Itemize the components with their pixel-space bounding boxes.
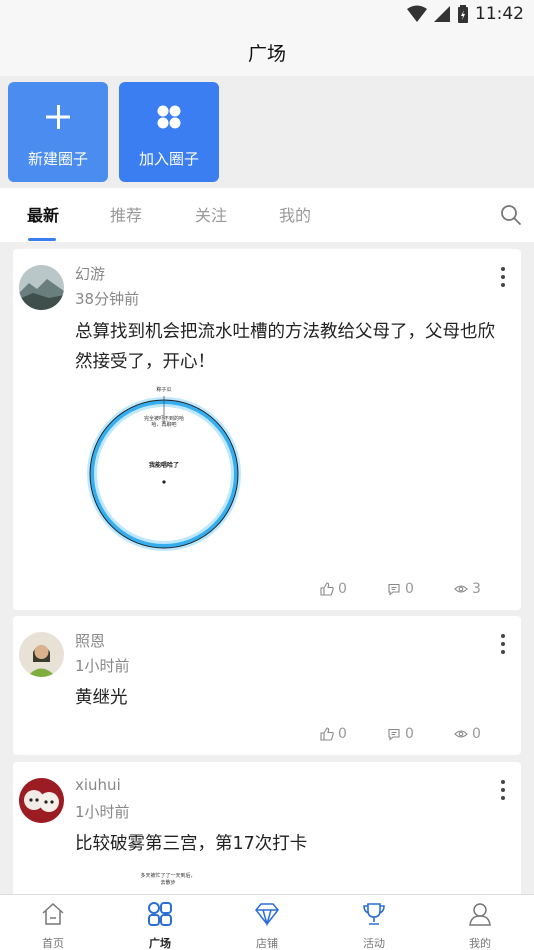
more-options-icon[interactable] bbox=[499, 780, 507, 802]
comment-count: 0 bbox=[405, 726, 414, 742]
tab-latest[interactable]: 最新 bbox=[27, 202, 59, 226]
nav-square[interactable]: 广场 bbox=[130, 901, 190, 950]
diamond-icon bbox=[255, 903, 279, 927]
battery-icon bbox=[458, 5, 468, 23]
comment-count: 0 bbox=[405, 581, 414, 597]
thumbs-up-icon bbox=[320, 582, 334, 596]
join-circle-label: 加入圈子 bbox=[138, 150, 199, 168]
nav-home-label: 首页 bbox=[42, 937, 64, 950]
image-caption-top: 多天被忙了了一天到后， bbox=[140, 873, 196, 879]
views-indicator: 3 bbox=[454, 581, 521, 597]
avatar[interactable] bbox=[19, 265, 64, 310]
nav-shop[interactable]: 店铺 bbox=[237, 901, 297, 950]
page-title: 广场 bbox=[247, 42, 286, 65]
tab-recommended[interactable]: 推荐 bbox=[110, 202, 142, 226]
post-time: 1小时前 bbox=[75, 803, 130, 821]
search-icon[interactable] bbox=[500, 204, 522, 226]
comment-icon bbox=[388, 728, 400, 741]
nav-activity-label: 活动 bbox=[363, 937, 385, 950]
status-time: 11:42 bbox=[475, 4, 524, 24]
post-image[interactable]: 多天被忙了了一天到后， 去散步 bbox=[123, 872, 213, 894]
title-bar: 广场 bbox=[0, 28, 534, 76]
home-icon bbox=[42, 902, 64, 925]
nav-profile-label: 我的 bbox=[469, 937, 491, 950]
like-count: 0 bbox=[338, 726, 347, 742]
status-bar: 11:42 bbox=[0, 0, 534, 28]
comment-icon bbox=[388, 583, 400, 596]
post-time: 38分钟前 bbox=[75, 290, 140, 308]
eye-icon bbox=[454, 585, 468, 593]
tab-following[interactable]: 关注 bbox=[195, 202, 227, 226]
post-stats: 0 0 3 bbox=[320, 581, 521, 597]
like-button[interactable]: 0 bbox=[320, 726, 387, 742]
circles-icon bbox=[157, 105, 181, 129]
bottom-nav: 首页 广场 店铺 活动 我的 bbox=[0, 894, 534, 950]
post-content: 总算找到机会把流水吐槽的方法教给父母了，父母也欣然接受了，开心！ bbox=[75, 322, 495, 372]
action-area: 新建圈子 加入圈子 bbox=[0, 76, 534, 188]
profile-icon bbox=[469, 903, 491, 926]
image-caption-middle: 完全被吓不到的哈哈，再聊吧 bbox=[143, 416, 184, 428]
post-stats: 0 0 0 bbox=[320, 726, 521, 742]
more-options-icon[interactable] bbox=[499, 267, 507, 289]
tab-indicator bbox=[28, 238, 56, 241]
feed: 幻游 38分钟前 总算找到机会把流水吐槽的方法教给父母了，父母也欣然接受了，开心… bbox=[0, 242, 534, 894]
status-icons: 11:42 bbox=[407, 4, 524, 24]
trophy-icon bbox=[363, 903, 385, 925]
join-circle-button[interactable]: 加入圈子 bbox=[119, 82, 219, 182]
post-time: 1小时前 bbox=[75, 657, 130, 675]
image-caption-top: 粽子瓜 bbox=[156, 387, 172, 393]
new-circle-label: 新建圈子 bbox=[27, 150, 88, 168]
post-content: 黄继光 bbox=[75, 688, 128, 708]
image-caption-middle: 去散步 bbox=[160, 880, 176, 886]
plus-icon bbox=[46, 105, 70, 129]
post-image[interactable]: 粽子瓜 完全被吓不到的哈哈，再聊吧 我能唱哈了 bbox=[86, 386, 242, 556]
wifi-icon bbox=[407, 5, 427, 22]
square-icon bbox=[148, 902, 172, 926]
comment-button[interactable]: 0 bbox=[387, 726, 454, 742]
author-name[interactable]: 照恩 bbox=[75, 630, 105, 651]
avatar[interactable] bbox=[19, 632, 64, 677]
like-count: 0 bbox=[338, 581, 347, 597]
post-card[interactable]: 照恩 1小时前 黄继光 0 0 0 bbox=[13, 616, 521, 755]
tab-mine[interactable]: 我的 bbox=[279, 202, 311, 226]
comment-button[interactable]: 0 bbox=[387, 581, 454, 597]
nav-activity[interactable]: 活动 bbox=[344, 901, 404, 950]
signal-icon bbox=[434, 6, 450, 22]
post-content: 比较破雾第三宫，第17次打卡 bbox=[75, 834, 308, 854]
like-button[interactable]: 0 bbox=[320, 581, 387, 597]
post-card[interactable]: 幻游 38分钟前 总算找到机会把流水吐槽的方法教给父母了，父母也欣然接受了，开心… bbox=[13, 249, 521, 610]
author-name[interactable]: 幻游 bbox=[75, 263, 105, 284]
nav-profile[interactable]: 我的 bbox=[450, 901, 510, 950]
nav-home[interactable]: 首页 bbox=[23, 901, 83, 950]
nav-shop-label: 店铺 bbox=[256, 937, 278, 950]
eye-icon bbox=[454, 730, 468, 738]
post-card[interactable]: xiuhui 1小时前 比较破雾第三宫，第17次打卡 多天被忙了了一天到后， 去… bbox=[13, 762, 521, 894]
views-indicator: 0 bbox=[454, 726, 521, 742]
image-caption-center: 我能唱哈了 bbox=[148, 462, 179, 469]
view-count: 3 bbox=[472, 581, 481, 597]
avatar[interactable] bbox=[19, 778, 64, 823]
new-circle-button[interactable]: 新建圈子 bbox=[8, 82, 108, 182]
nav-square-label: 广场 bbox=[149, 937, 171, 950]
more-options-icon[interactable] bbox=[499, 634, 507, 656]
thumbs-up-icon bbox=[320, 727, 334, 741]
author-name[interactable]: xiuhui bbox=[75, 776, 121, 794]
tab-bar: 最新 推荐 关注 我的 bbox=[0, 188, 534, 242]
view-count: 0 bbox=[472, 726, 481, 742]
